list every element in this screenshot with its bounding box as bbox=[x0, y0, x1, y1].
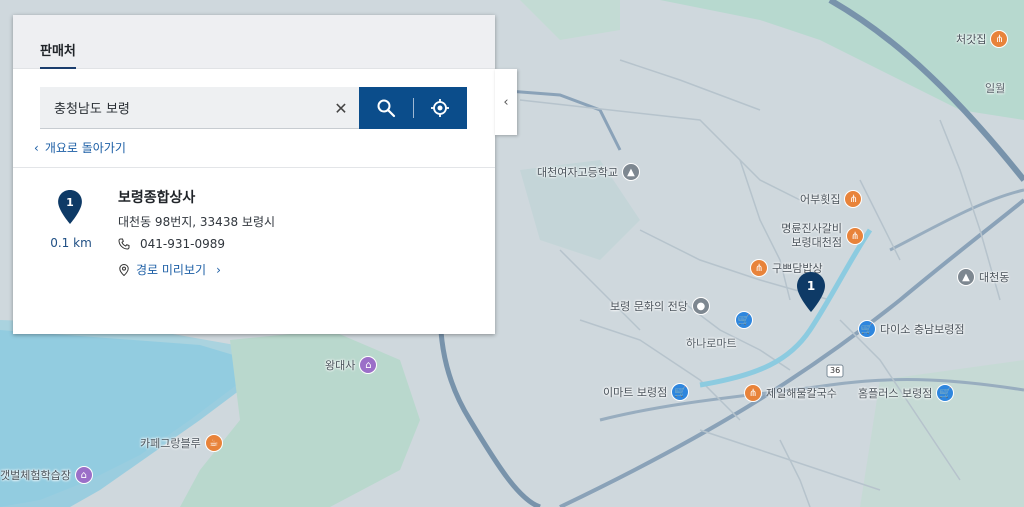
poi-label: 제일해물칼국수 bbox=[766, 387, 837, 400]
poi-label: 다이소 충남보령점 bbox=[880, 323, 965, 336]
food-icon: ⋔ bbox=[990, 30, 1009, 48]
place-label-ilwol: 일월 bbox=[985, 82, 1006, 95]
poi-label: 대천동 bbox=[979, 271, 1010, 284]
poi-label: 대천여자고등학교 bbox=[537, 166, 618, 179]
route-36-label: 36 bbox=[830, 366, 841, 375]
back-link-label: 개요로 돌아가기 bbox=[44, 141, 126, 155]
route-preview-label: 경로 미리보기 bbox=[136, 263, 207, 277]
poi-venue[interactable]: 보령 문화의 전당 ● bbox=[610, 297, 710, 315]
poi-restaurant[interactable]: ⋔ 제일해물칼국수 bbox=[744, 384, 837, 402]
poi-restaurant[interactable]: 명륜진사갈비 보령대천점 ⋔ bbox=[770, 222, 864, 250]
poi-label: 홈플러스 보령점 bbox=[858, 387, 933, 400]
map-marker-number: 1 bbox=[806, 279, 816, 293]
school-icon: ▲ bbox=[957, 268, 975, 286]
shop-icon: 🛒 bbox=[936, 384, 955, 402]
poi-school[interactable]: 대천여자고등학교 ▲ bbox=[537, 163, 640, 181]
map-location-marker[interactable]: 1 bbox=[797, 272, 825, 312]
poi-label: 처갓집 bbox=[956, 33, 987, 46]
location-icon bbox=[119, 263, 129, 276]
temple-icon: ⌂ bbox=[359, 356, 378, 374]
result-name: 보령종합상사 bbox=[118, 190, 196, 206]
search-button[interactable] bbox=[359, 87, 413, 129]
venue-icon: ● bbox=[691, 297, 710, 315]
result-address: 대천동 98번지, 33438 보령시 bbox=[118, 215, 276, 229]
poi-label: 카페그랑블루 bbox=[140, 437, 201, 450]
poi-label: 명륜진사갈비 보령대천점 bbox=[781, 222, 842, 249]
poi-temple[interactable]: 왕대사 ⌂ bbox=[325, 356, 378, 374]
poi-shop[interactable]: 이마트 보령점 🛒 bbox=[603, 383, 690, 401]
poi-label: 어부횟집 bbox=[800, 193, 841, 206]
chevron-right-icon: › bbox=[216, 262, 221, 277]
poi-experience[interactable]: 갯벌체험학습장 ⌂ bbox=[0, 466, 93, 484]
dealer-panel: 판매처 ✕ bbox=[13, 15, 495, 334]
experience-icon: ⌂ bbox=[74, 466, 93, 484]
result-phone[interactable]: 041-931-0989 bbox=[118, 237, 225, 251]
food-icon: ⋔ bbox=[844, 190, 863, 208]
poi-shop[interactable]: 🛒 다이소 충남보령점 bbox=[858, 320, 964, 338]
close-icon: ✕ bbox=[334, 98, 348, 118]
food-icon: ⋔ bbox=[744, 384, 762, 402]
food-icon: ⋔ bbox=[846, 227, 864, 245]
search-icon bbox=[377, 99, 395, 118]
poi-shop[interactable]: 홈플러스 보령점 🛒 bbox=[858, 384, 955, 402]
poi-label: 갯벌체험학습장 bbox=[0, 469, 71, 482]
poi-restaurant[interactable]: 어부횟집 ⋔ bbox=[800, 190, 863, 208]
result-distance: 0.1 km bbox=[50, 236, 92, 250]
search-bar: ✕ bbox=[40, 87, 467, 129]
school-icon: ▲ bbox=[621, 163, 640, 181]
poi-cafe[interactable]: 카페그랑블루 ☕ bbox=[140, 434, 223, 452]
collapse-panel-button[interactable]: ‹ bbox=[495, 69, 517, 135]
cafe-icon: ☕ bbox=[204, 434, 223, 452]
result-pin: 1 bbox=[58, 190, 82, 224]
result-number: 1 bbox=[66, 196, 74, 209]
shop-icon: 🛒 bbox=[858, 320, 876, 338]
shop-icon: 🛒 bbox=[671, 383, 690, 401]
poi-label: 이마트 보령점 bbox=[603, 386, 668, 399]
phone-icon bbox=[118, 238, 130, 250]
tab-dealers[interactable]: 판매처 bbox=[40, 40, 76, 69]
clear-search-button[interactable]: ✕ bbox=[331, 98, 351, 118]
crosshair-icon bbox=[431, 99, 450, 117]
chevron-left-icon: ‹ bbox=[503, 94, 509, 110]
shop-icon: 🛒 bbox=[735, 311, 753, 329]
search-box: ✕ bbox=[40, 87, 359, 129]
poi-label: 하나로마트 bbox=[686, 337, 737, 350]
food-icon: ⋔ bbox=[750, 259, 768, 277]
poi-shop[interactable]: 🛒 bbox=[735, 311, 753, 329]
result-phone-number: 041-931-0989 bbox=[140, 237, 226, 251]
panel-header: 판매처 bbox=[13, 15, 495, 69]
back-to-overview-link[interactable]: ‹ 개요로 돌아가기 bbox=[34, 139, 126, 156]
result-item[interactable]: 1 0.1 km 보령종합상사 대천동 98번지, 33438 보령시 041-… bbox=[13, 168, 495, 288]
poi-restaurant[interactable]: 처갓집 ⋔ bbox=[956, 30, 1009, 48]
locate-me-button[interactable] bbox=[413, 87, 467, 129]
poi-label: 보령 문화의 전당 bbox=[610, 300, 688, 313]
route-preview-link[interactable]: 경로 미리보기 › bbox=[118, 261, 221, 278]
search-input[interactable] bbox=[40, 87, 359, 128]
poi-school[interactable]: ▲ 대천동 bbox=[957, 268, 1009, 286]
poi-label: 왕대사 bbox=[325, 359, 356, 372]
chevron-left-icon: ‹ bbox=[34, 140, 39, 155]
search-actions bbox=[359, 87, 467, 129]
